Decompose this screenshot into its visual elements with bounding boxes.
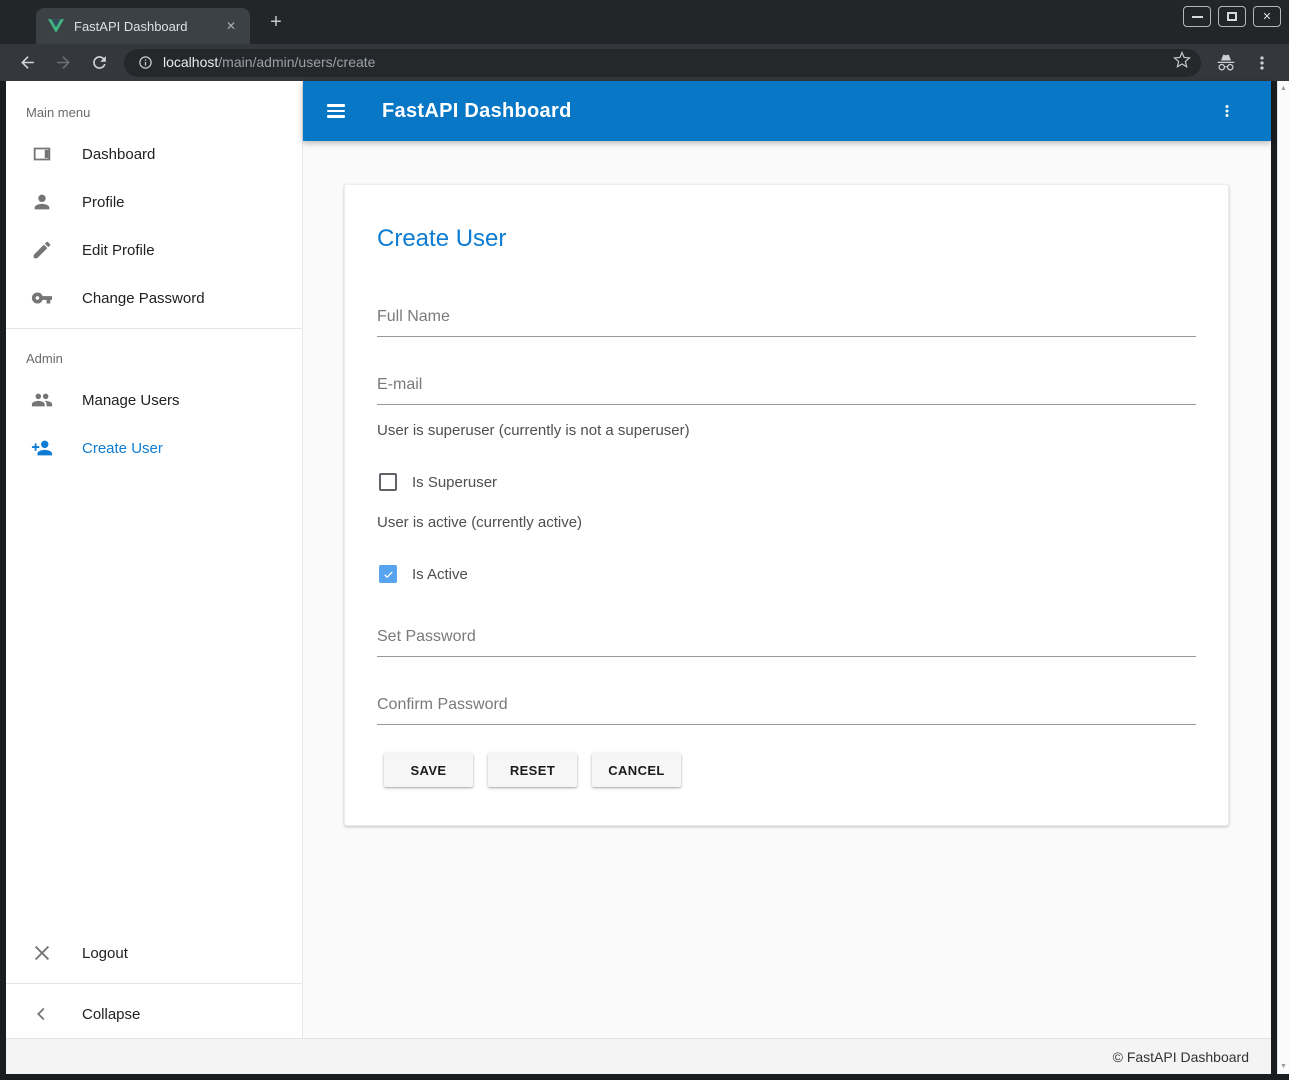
browser-tab[interactable]: FastAPI Dashboard ✕ (36, 8, 250, 44)
web-page: Main menu Dashboard Profile Edit Profile… (6, 81, 1271, 1074)
sidebar-divider (6, 328, 302, 329)
sidebar-item-dashboard[interactable]: Dashboard (6, 130, 302, 178)
sidebar-item-logout[interactable]: Logout (6, 929, 302, 977)
sidebar-item-manage-users[interactable]: Manage Users (6, 376, 302, 424)
address-bar[interactable]: localhost/main/admin/users/create (124, 49, 1201, 77)
main-content: Create User User is superuser (currently… (303, 141, 1271, 1038)
browser-titlebar: FastAPI Dashboard ✕ + ✕ (0, 0, 1289, 44)
person-icon (31, 191, 53, 213)
menu-toggle-button[interactable] (327, 99, 351, 123)
app-title: FastAPI Dashboard (382, 100, 572, 123)
tab-close-icon[interactable]: ✕ (222, 17, 240, 35)
sidebar-item-collapse[interactable]: Collapse (6, 990, 302, 1038)
sidebar-item-change-password[interactable]: Change Password (6, 274, 302, 322)
form-actions: SAVE RESET CANCEL (384, 753, 681, 787)
key-icon (31, 287, 53, 309)
checkbox-checked-icon (379, 565, 397, 583)
is-active-label: Is Active (412, 566, 468, 583)
set-password-input[interactable] (377, 628, 1196, 657)
browser-window: FastAPI Dashboard ✕ + ✕ localhost/main/a… (0, 0, 1289, 1080)
url-path: /main/admin/users/create (218, 54, 375, 70)
is-superuser-checkbox[interactable]: Is Superuser (379, 473, 497, 491)
back-button[interactable] (12, 49, 42, 77)
email-input[interactable] (377, 376, 1196, 405)
scroll-down-icon[interactable]: ▼ (1278, 1063, 1289, 1070)
info-icon (138, 55, 153, 70)
forward-arrow-icon (54, 53, 73, 72)
tab-title: FastAPI Dashboard (74, 19, 222, 34)
is-superuser-label: Is Superuser (412, 474, 497, 491)
reload-button[interactable] (84, 49, 114, 77)
kebab-menu-icon (1252, 53, 1272, 73)
incognito-icon (1216, 53, 1236, 73)
sidebar-section-main-menu: Main menu (6, 89, 302, 130)
close-x-icon (31, 942, 53, 964)
maximize-icon (1227, 12, 1237, 21)
confirm-password-field (377, 696, 1196, 725)
copyright-text: © FastAPI Dashboard (1113, 1049, 1249, 1065)
browser-toolbar: localhost/main/admin/users/create (0, 44, 1289, 81)
checkmark-icon (382, 568, 395, 581)
checkbox-unchecked-icon (379, 473, 397, 491)
page-footer: © FastAPI Dashboard (6, 1038, 1271, 1074)
sidebar-item-edit-profile[interactable]: Edit Profile (6, 226, 302, 274)
reload-icon (90, 53, 109, 72)
pencil-icon (31, 239, 53, 261)
reset-button[interactable]: RESET (488, 753, 577, 787)
hamburger-icon (327, 104, 345, 107)
bookmark-button[interactable] (1173, 51, 1191, 74)
scroll-up-icon[interactable]: ▲ (1278, 85, 1289, 92)
full-name-input[interactable] (377, 308, 1196, 337)
star-icon (1173, 51, 1191, 69)
full-name-field (377, 308, 1196, 337)
close-button[interactable]: ✕ (1253, 6, 1281, 27)
minimize-icon (1192, 16, 1203, 18)
sidebar-divider (6, 983, 302, 984)
kebab-menu-icon (1218, 102, 1236, 120)
person-add-icon (31, 437, 53, 459)
confirm-password-input[interactable] (377, 696, 1196, 725)
window-controls: ✕ (1183, 6, 1281, 27)
minimize-button[interactable] (1183, 6, 1211, 27)
scrollbar[interactable]: ▲ ▼ (1277, 81, 1289, 1074)
back-arrow-icon (18, 53, 37, 72)
is-active-checkbox[interactable]: Is Active (379, 565, 468, 583)
app-menu-button[interactable] (1215, 99, 1239, 123)
create-user-card: Create User User is superuser (currently… (344, 184, 1229, 826)
save-button[interactable]: SAVE (384, 753, 473, 787)
cancel-button[interactable]: CANCEL (592, 753, 681, 787)
dashboard-icon (31, 143, 53, 165)
chevron-left-icon (31, 1003, 53, 1025)
maximize-button[interactable] (1218, 6, 1246, 27)
superuser-note: User is superuser (currently is not a su… (377, 422, 690, 439)
sidebar: Main menu Dashboard Profile Edit Profile… (6, 81, 303, 1038)
incognito-indicator (1211, 49, 1241, 77)
sidebar-item-profile[interactable]: Profile (6, 178, 302, 226)
new-tab-button[interactable]: + (264, 10, 288, 34)
sidebar-section-admin: Admin (6, 335, 302, 376)
url-text: localhost/main/admin/users/create (163, 54, 375, 72)
url-host: localhost (163, 54, 218, 70)
active-note: User is active (currently active) (377, 514, 582, 531)
browser-menu-button[interactable] (1247, 49, 1277, 77)
vue-logo-icon (48, 19, 64, 33)
app-header: FastAPI Dashboard (303, 81, 1271, 141)
set-password-field (377, 628, 1196, 657)
people-icon (31, 389, 53, 411)
forward-button[interactable] (48, 49, 78, 77)
page-title: Create User (377, 225, 506, 253)
email-field (377, 376, 1196, 405)
sidebar-item-create-user[interactable]: Create User (6, 424, 302, 472)
sidebar-spacer (6, 472, 302, 929)
